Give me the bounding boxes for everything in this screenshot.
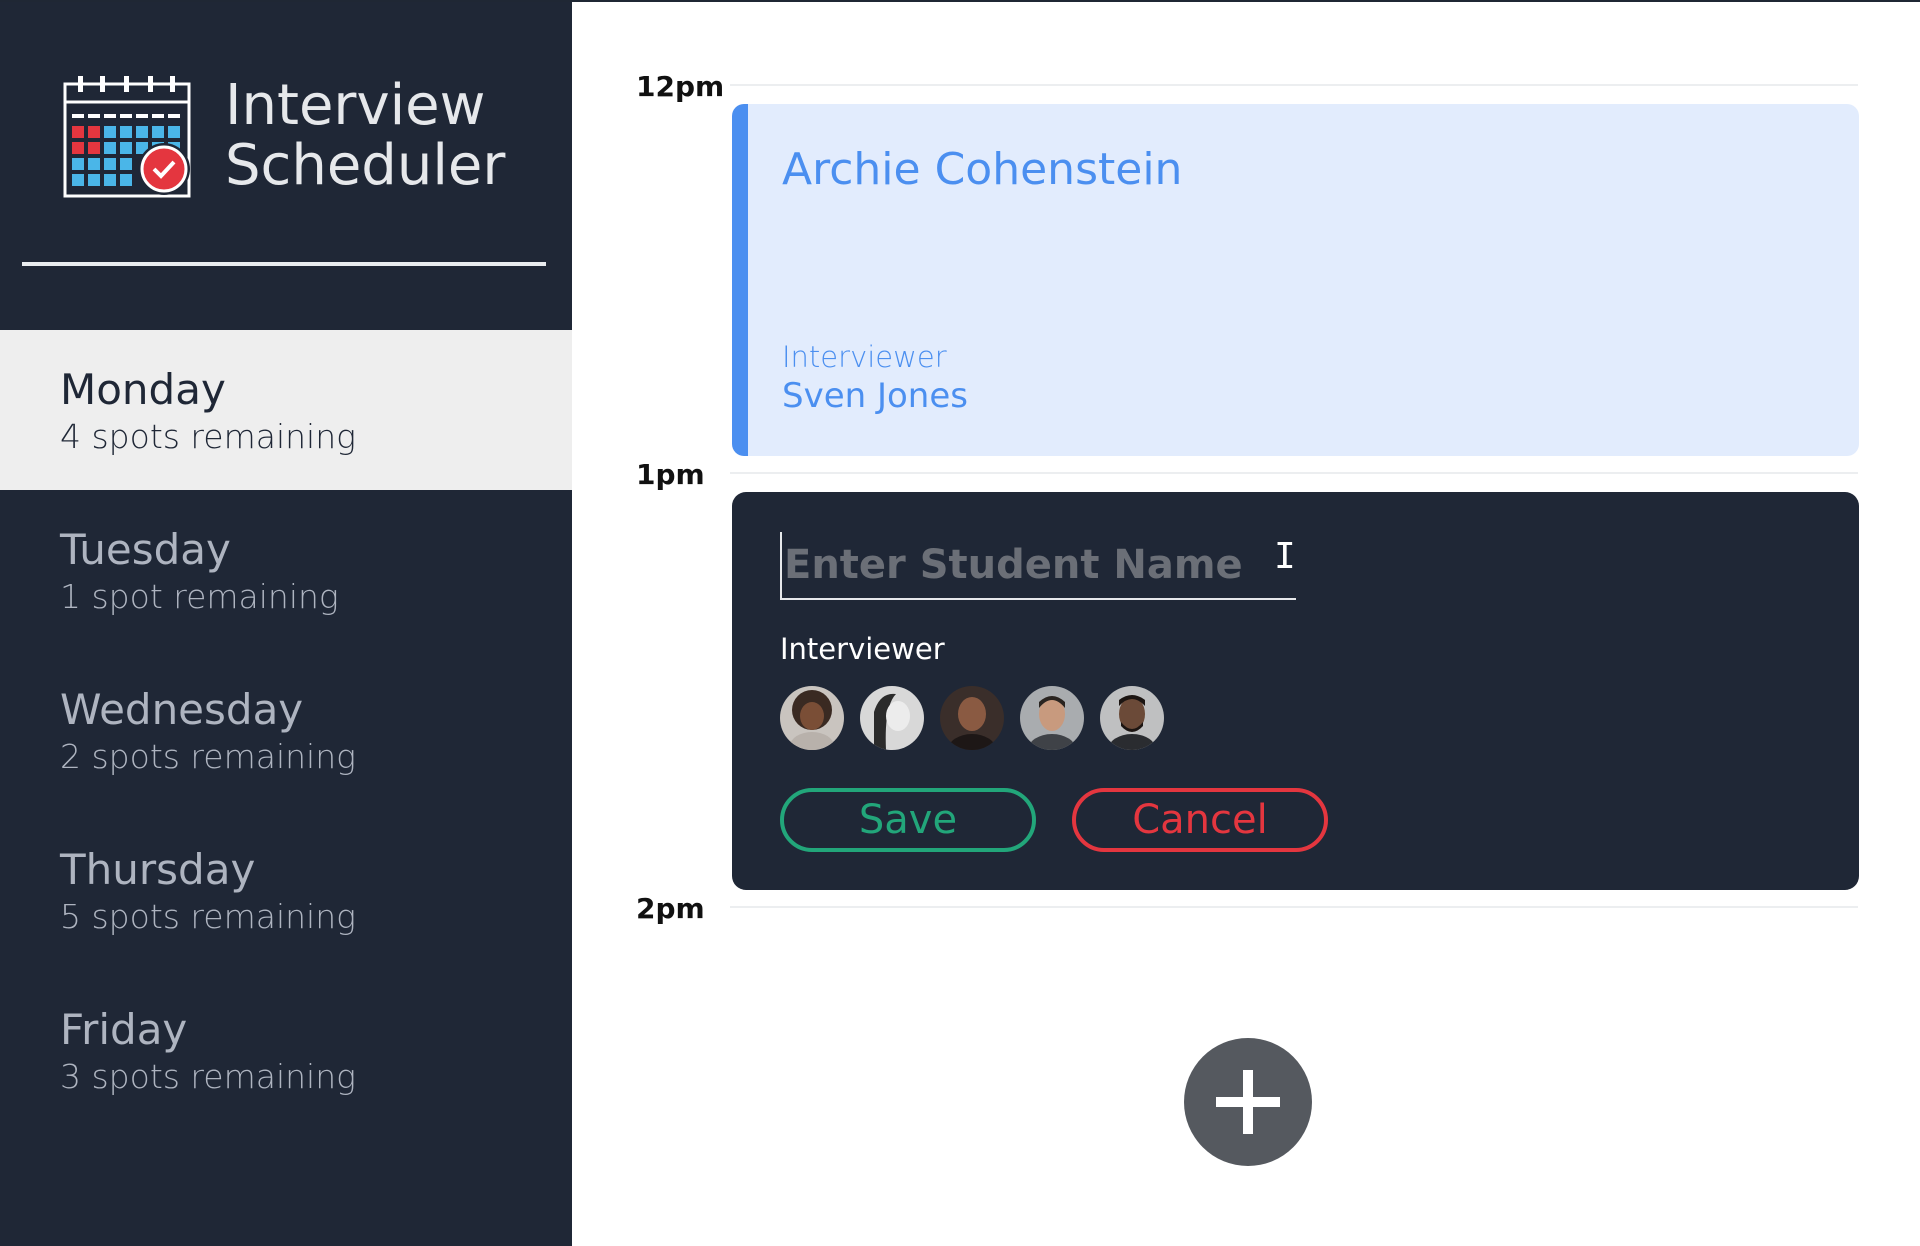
day-spots: 5 spots remaining bbox=[60, 897, 356, 936]
day-item-thursday[interactable]: Thursday 5 spots remaining bbox=[0, 810, 572, 970]
day-item-wednesday[interactable]: Wednesday 2 spots remaining bbox=[0, 650, 572, 810]
interviewer-avatar[interactable] bbox=[780, 686, 844, 750]
schedule: 12pm Archie Cohenstein Interviewer Sven … bbox=[572, 2, 1920, 1246]
day-name: Tuesday bbox=[60, 525, 231, 574]
text-cursor-icon: I bbox=[1274, 536, 1296, 577]
day-name: Wednesday bbox=[60, 685, 304, 734]
avatar-icon bbox=[780, 686, 844, 750]
day-name: Thursday bbox=[60, 845, 256, 894]
save-button[interactable]: Save bbox=[780, 788, 1036, 852]
time-label-12pm: 12pm bbox=[636, 70, 725, 103]
app-logo: Interview Scheduler bbox=[62, 74, 505, 198]
interviewer-avatar[interactable] bbox=[1020, 686, 1084, 750]
avatar-icon bbox=[1020, 686, 1084, 750]
day-item-monday[interactable]: Monday 4 spots remaining bbox=[0, 330, 572, 490]
plus-icon bbox=[1216, 1070, 1280, 1134]
appointment-interviewer-label: Interviewer bbox=[782, 340, 947, 374]
interviewer-avatar[interactable] bbox=[860, 686, 924, 750]
interviewer-avatar[interactable] bbox=[940, 686, 1004, 750]
sidebar-divider bbox=[22, 262, 546, 266]
day-name: Monday bbox=[60, 365, 226, 414]
day-name: Friday bbox=[60, 1005, 188, 1054]
interviewer-list-label: Interviewer bbox=[780, 632, 945, 666]
avatar-icon bbox=[940, 686, 1004, 750]
interviewer-avatar[interactable] bbox=[1100, 686, 1164, 750]
day-item-tuesday[interactable]: Tuesday 1 spot remaining bbox=[0, 490, 572, 650]
appointment-interviewer-name: Sven Jones bbox=[782, 376, 968, 416]
day-list: Monday 4 spots remaining Tuesday 1 spot … bbox=[0, 330, 572, 1130]
interviewer-list bbox=[780, 686, 1180, 750]
sidebar: Interview Scheduler Monday 4 spots remai… bbox=[0, 2, 572, 1246]
day-spots: 3 spots remaining bbox=[60, 1057, 356, 1096]
app-title: Interview Scheduler bbox=[225, 76, 505, 196]
day-item-friday[interactable]: Friday 3 spots remaining bbox=[0, 970, 572, 1130]
app-title-line2: Scheduler bbox=[225, 133, 506, 198]
hour-divider bbox=[730, 472, 1858, 474]
day-spots: 1 spot remaining bbox=[60, 577, 339, 616]
appointment-form: I Interviewer bbox=[732, 492, 1859, 890]
avatar-icon bbox=[1100, 686, 1164, 750]
app-window: Interview Scheduler Monday 4 spots remai… bbox=[0, 0, 1920, 1246]
app-title-line1: Interview bbox=[225, 73, 486, 138]
day-spots: 4 spots remaining bbox=[60, 417, 356, 456]
hour-divider bbox=[730, 84, 1858, 86]
add-appointment-button[interactable] bbox=[1184, 1038, 1312, 1166]
day-spots: 2 spots remaining bbox=[60, 737, 356, 776]
time-label-2pm: 2pm bbox=[636, 892, 705, 925]
calendar-check-icon bbox=[63, 76, 191, 198]
appointment-student-name: Archie Cohenstein bbox=[782, 144, 1183, 195]
avatar-icon bbox=[860, 686, 924, 750]
cancel-button[interactable]: Cancel bbox=[1072, 788, 1328, 852]
student-name-input[interactable] bbox=[780, 532, 1296, 600]
time-label-1pm: 1pm bbox=[636, 458, 705, 491]
appointment-card[interactable]: Archie Cohenstein Interviewer Sven Jones bbox=[732, 104, 1859, 456]
hour-divider bbox=[730, 906, 1858, 908]
